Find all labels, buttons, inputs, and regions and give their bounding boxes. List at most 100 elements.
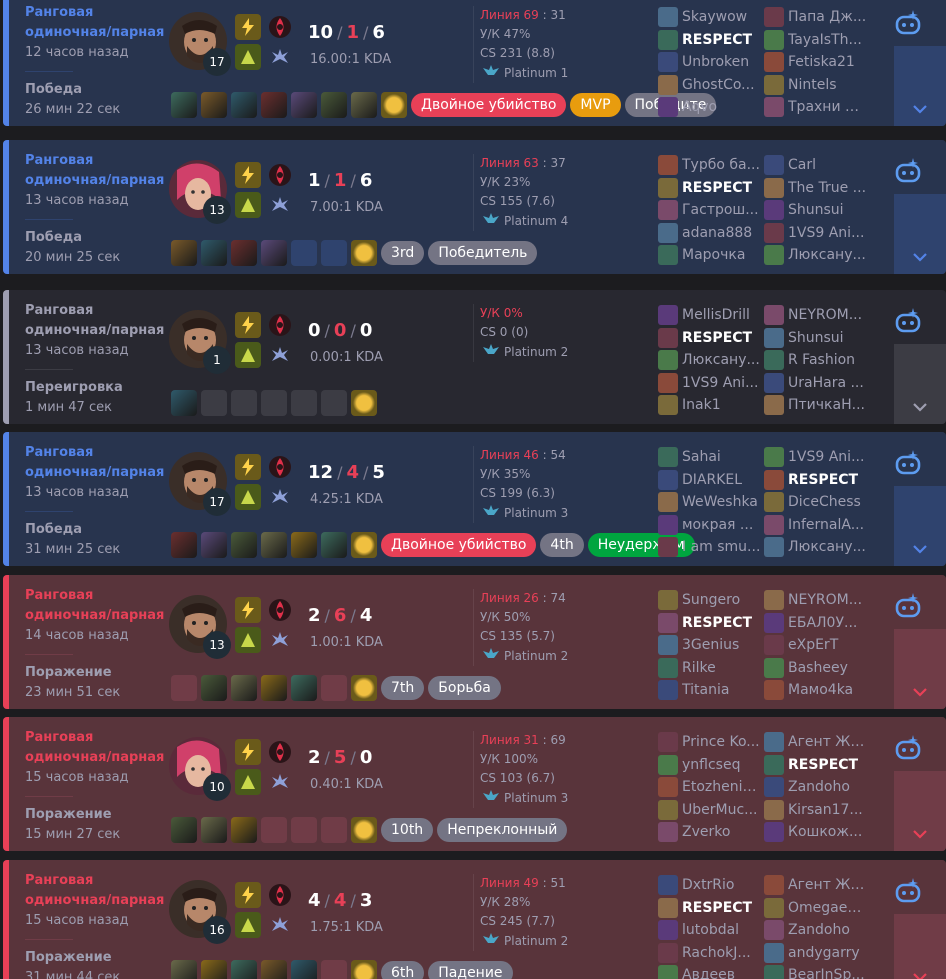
participant-name[interactable]: Гастрош...: [682, 202, 762, 218]
participant-row[interactable]: Zverko: [658, 821, 762, 844]
participant-name[interactable]: DIARKEL: [682, 472, 762, 488]
participant-name[interactable]: DxtrRio: [682, 877, 762, 893]
item-icon[interactable]: [171, 240, 197, 266]
ai-assistant-icon[interactable]: [891, 731, 925, 765]
participant-name[interactable]: RESPECT: [682, 32, 762, 48]
participant-row[interactable]: RESPECT: [658, 29, 762, 52]
item-icon[interactable]: [201, 960, 227, 979]
participant-row[interactable]: Titania: [658, 679, 762, 702]
trinket-icon[interactable]: [351, 532, 377, 558]
participant-row[interactable]: мокрая ...: [658, 514, 762, 537]
item-icon[interactable]: [231, 240, 257, 266]
item-icon[interactable]: [261, 960, 287, 979]
participant-name[interactable]: 1VS9 Ani...: [788, 449, 868, 465]
participant-row[interactable]: R Fashion: [764, 349, 868, 372]
keystone-rune-icon[interactable]: [267, 882, 293, 908]
participant-row[interactable]: DxtrRio: [658, 874, 762, 897]
trinket-icon[interactable]: [351, 390, 377, 416]
participant-row[interactable]: Трахни м...: [764, 96, 868, 119]
participant-row[interactable]: NEYROM...: [764, 304, 868, 327]
item-icon[interactable]: [171, 532, 197, 558]
participant-row[interactable]: Турбо ба...: [658, 154, 762, 177]
participant-name[interactable]: Titania: [682, 682, 762, 698]
keystone-rune-icon[interactable]: [267, 597, 293, 623]
participant-name[interactable]: Omegaea...: [788, 900, 868, 916]
participant-row[interactable]: Sungero: [658, 589, 762, 612]
item-icon[interactable]: [291, 960, 317, 979]
participant-name[interactable]: 1VS9 Ani...: [788, 225, 868, 241]
participant-name[interactable]: RachokJ...: [682, 945, 762, 961]
item-icon[interactable]: [171, 390, 197, 416]
participant-name[interactable]: RESPECT: [682, 900, 762, 916]
participant-row[interactable]: InfernalA...: [764, 514, 868, 537]
participant-name[interactable]: Unbroken: [682, 54, 762, 70]
expand-details-button[interactable]: [894, 629, 946, 709]
flash-spell-icon[interactable]: [235, 312, 261, 338]
secondary-tree-icon[interactable]: [267, 769, 293, 795]
participant-name[interactable]: Люксану...: [788, 539, 868, 555]
item-icon[interactable]: [231, 92, 257, 118]
participant-row[interactable]: Агент Же...: [764, 731, 868, 754]
participant-name[interactable]: 3Genius: [682, 637, 762, 653]
item-icon[interactable]: [321, 92, 347, 118]
participant-name[interactable]: Мамо4ka: [788, 682, 868, 698]
match-card[interactable]: Ранговая одиночная/парная 15 часов назад П…: [3, 717, 946, 851]
item-icon[interactable]: [231, 817, 257, 843]
participant-name[interactable]: lutobdal: [682, 922, 762, 938]
participant-row[interactable]: Авдеев: [658, 964, 762, 979]
smite-spell-icon[interactable]: [235, 342, 261, 368]
flash-spell-icon[interactable]: [235, 162, 261, 188]
participant-row[interactable]: 3Genius: [658, 634, 762, 657]
participant-name[interactable]: Марочка: [682, 247, 762, 263]
participant-row[interactable]: adana888: [658, 222, 762, 245]
participant-row[interactable]: Sahai: [658, 446, 762, 469]
participant-name[interactable]: eXpErT: [788, 637, 868, 653]
flash-spell-icon[interactable]: [235, 597, 261, 623]
item-icon[interactable]: [231, 532, 257, 558]
participant-row[interactable]: UberMuc...: [658, 799, 762, 822]
trinket-icon[interactable]: [351, 675, 377, 701]
participant-name[interactable]: The True ...: [788, 180, 868, 196]
ai-assistant-icon[interactable]: [891, 304, 925, 338]
item-icon[interactable]: [231, 960, 257, 979]
expand-details-button[interactable]: [894, 344, 946, 424]
secondary-tree-icon[interactable]: [267, 627, 293, 653]
participant-row[interactable]: RESPECT: [658, 612, 762, 635]
match-card[interactable]: Ранговая одиночная/парная 13 часов назад П…: [3, 432, 946, 566]
participant-row[interactable]: Fetiska21: [764, 51, 868, 74]
item-icon[interactable]: [261, 532, 287, 558]
smite-spell-icon[interactable]: [235, 627, 261, 653]
participant-row[interactable]: Omegaea...: [764, 897, 868, 920]
participant-name[interactable]: Prince Ko...: [682, 734, 762, 750]
participant-row[interactable]: The True ...: [764, 177, 868, 200]
flash-spell-icon[interactable]: [235, 14, 261, 40]
participant-name[interactable]: Basheey: [788, 660, 868, 676]
participant-row[interactable]: Марочка: [658, 244, 762, 267]
item-icon[interactable]: [201, 92, 227, 118]
smite-spell-icon[interactable]: [235, 769, 261, 795]
participant-name[interactable]: I am smu...: [682, 539, 762, 555]
item-icon[interactable]: [261, 675, 287, 701]
item-icon[interactable]: [171, 92, 197, 118]
participant-name[interactable]: Carl: [788, 157, 868, 173]
participant-row[interactable]: Kirsan17...: [764, 799, 868, 822]
secondary-tree-icon[interactable]: [267, 192, 293, 218]
participant-row[interactable]: RESPECT: [764, 754, 868, 777]
participant-name[interactable]: Shunsui: [788, 202, 868, 218]
participant-name[interactable]: WeWeshka: [682, 494, 762, 510]
participant-name[interactable]: Skaywow: [682, 9, 762, 25]
ai-assistant-icon[interactable]: [891, 446, 925, 480]
participant-row[interactable]: Inak1: [658, 394, 762, 417]
participant-row[interactable]: Люксану...: [764, 244, 868, 267]
participant-name[interactable]: 1VS9 Ani...: [682, 375, 762, 391]
item-icon[interactable]: [201, 675, 227, 701]
item-icon[interactable]: [201, 240, 227, 266]
keystone-rune-icon[interactable]: [267, 14, 293, 40]
secondary-tree-icon[interactable]: [267, 342, 293, 368]
participant-row[interactable]: RESPECT: [658, 327, 762, 350]
participant-name[interactable]: TayaIsTh...: [788, 32, 868, 48]
participant-row[interactable]: Shunsui: [764, 199, 868, 222]
participant-row[interactable]: ПтичкаН...: [764, 394, 868, 417]
expand-details-button[interactable]: [894, 46, 946, 126]
participant-row[interactable]: Люксану...: [764, 536, 868, 559]
